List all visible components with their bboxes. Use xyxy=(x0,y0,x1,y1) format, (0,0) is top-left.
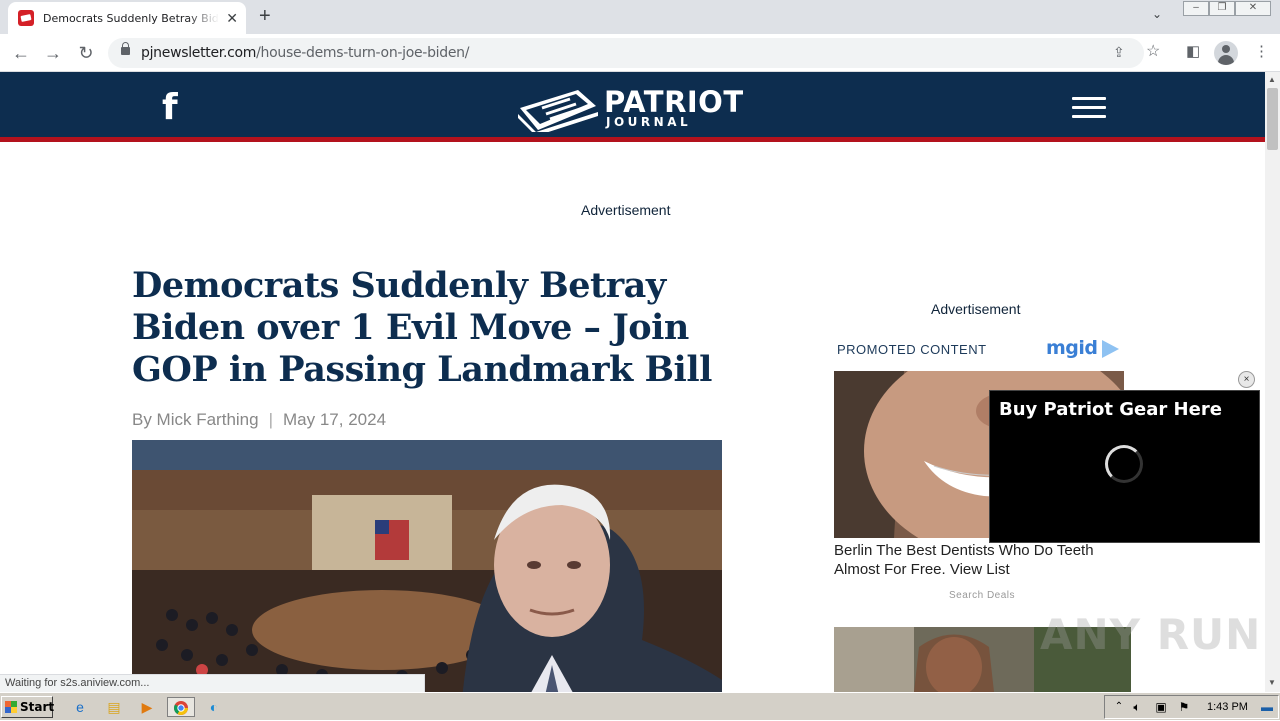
site-header: f PATRIOT JOURNAL xyxy=(0,72,1265,142)
media-player-icon[interactable]: ▶ xyxy=(136,697,158,717)
share-icon[interactable]: ⇪ xyxy=(1113,44,1125,61)
windows-taskbar: Start e ▤ ▶ ◐ ⌃ 🔈︎ ▣ ⚑ 1:43 PM ▬ xyxy=(0,692,1280,720)
reload-icon[interactable]: ↻ xyxy=(74,41,98,65)
close-window-icon[interactable]: ✕ xyxy=(1235,1,1271,16)
file-explorer-icon[interactable]: ▤ xyxy=(103,697,125,717)
volume-icon[interactable]: 🔈︎ xyxy=(1126,697,1148,717)
scroll-thumb[interactable] xyxy=(1267,88,1278,150)
newspaper-logo-icon xyxy=(518,90,598,136)
facebook-icon[interactable]: f xyxy=(162,90,178,126)
profile-avatar-icon[interactable] xyxy=(1214,41,1238,65)
internet-explorer-icon[interactable]: e xyxy=(69,697,91,717)
web-page: f PATRIOT JOURNAL Advertisement Democrat… xyxy=(0,72,1265,692)
browser-tab[interactable]: Democrats Suddenly Betray Biden over 1 E… xyxy=(8,2,246,34)
video-ad-title: Buy Patriot Gear Here xyxy=(999,399,1222,420)
network-icon[interactable]: ▣ xyxy=(1150,697,1172,717)
anyrun-watermark: ANY RUN xyxy=(1040,610,1262,659)
article-byline: By Mick Farthing | May 17, 2024 xyxy=(132,410,386,430)
site-favicon-icon xyxy=(18,10,34,26)
logo-subtitle: JOURNAL xyxy=(606,115,692,129)
promo-source: Search Deals xyxy=(948,590,1016,601)
show-desktop-icon[interactable]: ▬ xyxy=(1256,697,1278,717)
minimize-icon[interactable]: – xyxy=(1183,1,1209,16)
site-logo[interactable]: PATRIOT JOURNAL xyxy=(518,85,748,136)
article-headline: Democrats Suddenly Betray Biden over 1 E… xyxy=(132,265,712,390)
scroll-down-icon[interactable]: ▼ xyxy=(1268,678,1276,687)
sidebar-advertisement-label: Advertisement xyxy=(931,301,1021,317)
author-link[interactable]: By Mick Farthing xyxy=(132,410,259,429)
edge-icon[interactable]: ◐ xyxy=(203,697,225,717)
mgid-play-icon xyxy=(1102,340,1119,358)
promoted-content-label: PROMOTED CONTENT xyxy=(837,342,987,357)
browser-status-bar: Waiting for s2s.aniview.com... xyxy=(0,674,425,692)
action-center-flag-icon[interactable]: ⚑ xyxy=(1173,697,1195,717)
tab-search-chevron-icon[interactable]: ⌄ xyxy=(1152,7,1162,21)
logo-wordmark: PATRIOT xyxy=(604,85,744,119)
byline-separator: | xyxy=(268,410,274,429)
browser-tab-bar: Democrats Suddenly Betray Biden over 1 E… xyxy=(0,0,1280,34)
lock-icon xyxy=(121,42,130,55)
url-text: pjnewsletter.com/house-dems-turn-on-joe-… xyxy=(141,45,470,61)
advertisement-label: Advertisement xyxy=(581,202,671,218)
close-video-ad-icon[interactable]: × xyxy=(1238,371,1255,388)
forward-icon[interactable]: → xyxy=(41,41,65,65)
new-tab-icon[interactable]: + xyxy=(259,6,271,26)
video-ad-player[interactable]: Buy Patriot Gear Here xyxy=(989,390,1260,543)
loading-spinner-icon xyxy=(1105,445,1143,483)
back-icon[interactable]: ← xyxy=(9,41,33,65)
hamburger-menu-icon[interactable] xyxy=(1072,97,1106,121)
windows-logo-icon xyxy=(5,701,17,713)
menu-kebab-icon[interactable]: ⋮ xyxy=(1254,42,1269,60)
mgid-logo[interactable]: mgid xyxy=(1046,337,1098,359)
address-bar[interactable]: pjnewsletter.com/house-dems-turn-on-joe-… xyxy=(108,38,1144,68)
article-hero-image xyxy=(132,440,722,692)
restore-icon[interactable]: ❐ xyxy=(1209,1,1235,16)
promo-title-link[interactable]: Berlin The Best Dentists Who Do Teeth Al… xyxy=(834,541,1130,579)
start-button[interactable]: Start xyxy=(1,696,54,718)
publish-date: May 17, 2024 xyxy=(283,410,387,429)
chrome-taskbar-icon[interactable] xyxy=(167,697,195,717)
scroll-up-icon[interactable]: ▲ xyxy=(1268,75,1276,84)
taskbar-clock[interactable]: 1:43 PM xyxy=(1207,701,1248,713)
tab-title: Democrats Suddenly Betray Biden over 1 E… xyxy=(43,11,219,25)
close-tab-icon[interactable]: ✕ xyxy=(226,10,238,26)
page-scrollbar[interactable]: ▲ ▼ xyxy=(1265,72,1280,692)
browser-toolbar: ← → ↻ pjnewsletter.com/house-dems-turn-o… xyxy=(0,34,1280,72)
bookmark-star-icon[interactable]: ☆ xyxy=(1146,41,1160,61)
side-panel-icon[interactable]: ◧ xyxy=(1186,42,1200,60)
